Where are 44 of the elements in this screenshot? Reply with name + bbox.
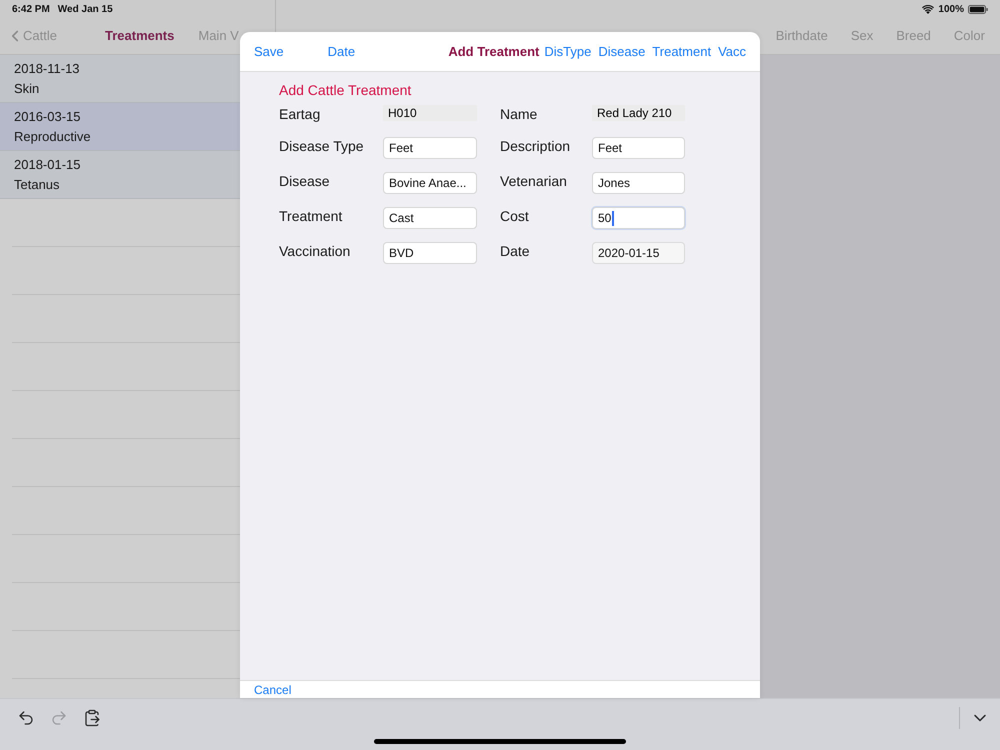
header-button[interactable]: Date (328, 42, 356, 62)
field-label: Eartag (279, 106, 320, 122)
field-label: Date (500, 243, 530, 259)
text-cursor-icon (612, 210, 614, 226)
text-field[interactable]: Bovine Anae... (383, 172, 477, 194)
status-time: 6:42 PM (12, 2, 50, 16)
text-field[interactable]: BVD (383, 242, 477, 264)
modal-header-title: Add Treatment (448, 42, 540, 61)
clipboard-icon (83, 708, 101, 726)
field-label: Description (500, 138, 570, 154)
treatment-date: 2018-01-15 (14, 156, 82, 172)
treatment-type: Skin (14, 80, 40, 96)
redo-icon (50, 708, 68, 726)
form-title: Add Cattle Treatment (279, 82, 412, 99)
header-button[interactable]: Vacc (718, 42, 746, 62)
field-label: Name (500, 106, 538, 122)
treatment-type: Reproductive (14, 128, 92, 144)
text-field[interactable]: Jones (592, 172, 685, 194)
header-button[interactable]: Treatment (652, 42, 712, 62)
readonly-field[interactable]: Red Lady 210 (592, 105, 685, 121)
treatment-date: 2016-03-15 (14, 108, 82, 124)
status-date: Wed Jan 15 (58, 2, 113, 16)
header-button[interactable]: DisType (544, 42, 592, 62)
field-label: Cost (500, 208, 529, 224)
treatment-date: 2018-11-13 (14, 60, 81, 76)
wifi-icon (922, 4, 934, 14)
battery-percent: 100% (938, 2, 964, 16)
readonly-field[interactable]: H010 (383, 105, 477, 121)
undo-icon (17, 708, 35, 726)
nav-title: Treatments (105, 27, 174, 46)
battery-icon (968, 4, 988, 14)
field-label: Vaccination (279, 243, 350, 259)
text-field[interactable]: Feet (383, 137, 477, 159)
header-button[interactable]: Disease (598, 42, 646, 62)
cancel-button[interactable]: Cancel (254, 683, 292, 697)
text-field[interactable]: 2020-01-15 (592, 242, 685, 264)
text-field[interactable]: Cast (383, 207, 477, 229)
field-label: Disease (279, 173, 330, 189)
field-label: Treatment (279, 208, 342, 224)
field-label: Disease Type (279, 138, 364, 154)
field-label: Vetenarian (500, 173, 567, 189)
text-field[interactable]: 50 (592, 207, 685, 229)
treatment-type: Tetanus (14, 176, 61, 192)
text-field[interactable]: Feet (592, 137, 685, 159)
